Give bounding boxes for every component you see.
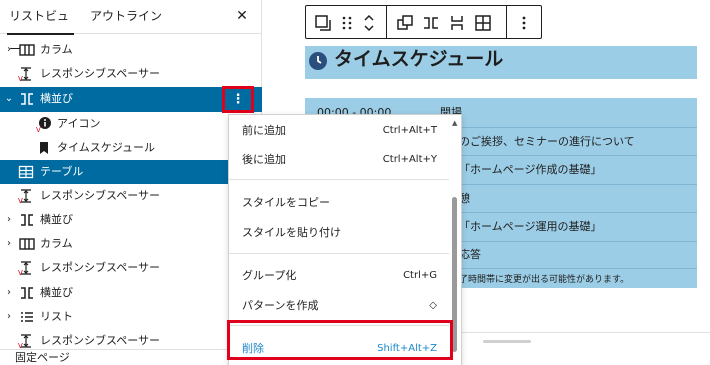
breadcrumb: 固定ページ — [0, 349, 262, 365]
tree-row-table[interactable]: テーブル — [0, 160, 262, 184]
parent-block-icon[interactable] — [312, 12, 334, 34]
chevron-down-icon[interactable]: ⌄ — [3, 93, 15, 105]
tree-row-label: リスト — [40, 310, 73, 323]
spacer-icon: V — [18, 189, 31, 204]
tree-row-spacer[interactable]: V レスポンシブスペーサー — [0, 62, 262, 86]
tree-row-label: タイムスケジュール — [57, 141, 156, 154]
grid-icon[interactable] — [472, 12, 494, 34]
tree-row-label: レスポンシブスペーサー — [40, 261, 161, 274]
move-up-down-icon[interactable] — [358, 12, 380, 34]
columns-icon — [19, 238, 35, 250]
chevron-right-icon[interactable]: › — [3, 214, 15, 226]
duplicate-icon[interactable] — [394, 12, 416, 34]
editor-resize-handle[interactable] — [483, 340, 531, 343]
menu-item-paste-styles[interactable]: スタイルを貼り付け — [229, 219, 449, 247]
tree-row-label: 横並び — [40, 92, 73, 105]
menu-item-shortcut: Ctrl+Alt+T — [382, 125, 437, 136]
table-cell-text[interactable]: 応答 — [459, 248, 481, 262]
breadcrumb-page[interactable]: 固定ページ — [15, 351, 70, 365]
svg-text:V: V — [18, 269, 23, 276]
menu-item-insert-after[interactable]: 後に追加 Ctrl+Alt+Y — [229, 146, 449, 174]
svg-text:V: V — [18, 342, 23, 349]
menu-item-label: グループ化 — [242, 269, 297, 282]
block-toolbar — [305, 5, 542, 39]
drag-handle-icon[interactable] — [336, 12, 358, 34]
menu-divider — [229, 179, 449, 180]
chevron-right-icon[interactable]: › — [3, 238, 15, 250]
tree-row-time-schedule[interactable]: タイムスケジュール — [0, 136, 262, 160]
menu-item-label: パターンを作成 — [242, 299, 319, 312]
tab-list-view[interactable]: リストビュー — [7, 0, 74, 56]
menu-item-label: スタイルをコピー — [242, 196, 330, 209]
spacer-icon: V — [18, 334, 31, 349]
block-options-button[interactable]: ⋮ — [229, 91, 247, 109]
row-icon[interactable] — [420, 12, 442, 34]
toolbar-divider — [386, 6, 387, 38]
spacer-icon: V — [18, 67, 31, 82]
tree-row-horizontal[interactable]: › 横並び — [0, 208, 262, 232]
page-title[interactable]: タイムスケジュール — [334, 46, 503, 72]
tree-row-label: レスポンシブスペーサー — [40, 189, 161, 202]
tree-row-label: レスポンシブスペーサー — [40, 67, 161, 80]
menu-item-group[interactable]: グループ化 Ctrl+G — [229, 262, 449, 290]
tree-row-horizontal[interactable]: › 横並び — [0, 281, 262, 305]
tree-row-columns[interactable]: › カラム — [0, 232, 262, 256]
tree-row-label: カラム — [40, 43, 73, 56]
chevron-right-icon[interactable]: › — [3, 287, 15, 299]
chevron-right-icon[interactable]: › — [3, 311, 15, 323]
table-cell-text[interactable]: のご挨拶、セミナーの進行について — [459, 135, 635, 149]
bookmark-icon — [40, 142, 48, 154]
tree-row-list[interactable]: › リスト — [0, 305, 262, 329]
scroll-up-icon[interactable]: ▲ — [452, 119, 457, 127]
menu-item-label: スタイルを貼り付け — [242, 226, 341, 239]
row-icon — [21, 214, 33, 226]
row-icon — [21, 93, 33, 105]
list-icon — [21, 312, 33, 322]
tree-row-label: カラム — [40, 237, 73, 250]
stack-icon[interactable] — [446, 12, 468, 34]
row-icon — [21, 287, 33, 299]
highlight-box — [227, 320, 453, 360]
menu-item-shortcut: Ctrl+G — [403, 270, 437, 281]
tree-row-spacer[interactable]: V レスポンシブスペーサー — [0, 184, 262, 208]
table-icon — [18, 165, 34, 179]
chevron-right-icon[interactable]: › — [3, 44, 15, 56]
columns-icon — [19, 44, 35, 56]
table-note[interactable]: 了時間帯に変更が出る可能性があります。 — [459, 273, 629, 287]
info-icon: V — [36, 117, 51, 132]
menu-item-shortcut: Ctrl+Alt+Y — [382, 154, 437, 165]
clock-icon — [309, 52, 327, 70]
tree-row-columns[interactable]: › カラム — [0, 38, 262, 62]
spacer-icon: V — [18, 261, 31, 276]
menu-item-copy-styles[interactable]: スタイルをコピー — [229, 189, 449, 217]
tree-row-label: 横並び — [40, 213, 73, 226]
list-view-panel: リストビュー アウトライン ✕ › カラム V レスポンシブスペーサー ⌄ 横並… — [0, 0, 262, 365]
svg-text:V: V — [36, 126, 41, 132]
close-icon[interactable]: ✕ — [234, 8, 250, 24]
menu-item-insert-before[interactable]: 前に追加 Ctrl+Alt+T — [229, 117, 449, 145]
list-view-tabs: リストビュー アウトライン ✕ — [0, 0, 262, 56]
more-options-icon[interactable] — [513, 12, 535, 34]
svg-text:V: V — [18, 197, 23, 204]
table-cell-text[interactable]: 「ホームページ作成の基礎」 — [459, 163, 601, 177]
tree-row-label: 横並び — [40, 286, 73, 299]
tab-outline[interactable]: アウトライン — [90, 0, 162, 34]
pattern-icon: ◇ — [429, 300, 437, 311]
table-cell-text[interactable]: 「ホームページ運用の基礎」 — [459, 220, 601, 234]
menu-item-label: 後に追加 — [242, 153, 286, 166]
tree-row-spacer[interactable]: V レスポンシブスペーサー — [0, 256, 262, 280]
toolbar-divider — [506, 6, 507, 38]
menu-divider — [229, 253, 449, 254]
tree-row-icon[interactable]: V アイコン — [0, 112, 262, 136]
menu-item-create-pattern[interactable]: パターンを作成 ◇ — [229, 292, 449, 320]
menu-item-label: 前に追加 — [242, 124, 286, 137]
svg-text:V: V — [18, 75, 23, 82]
tree-row-label: アイコン — [57, 117, 101, 130]
tree-row-label: テーブル — [40, 165, 84, 178]
